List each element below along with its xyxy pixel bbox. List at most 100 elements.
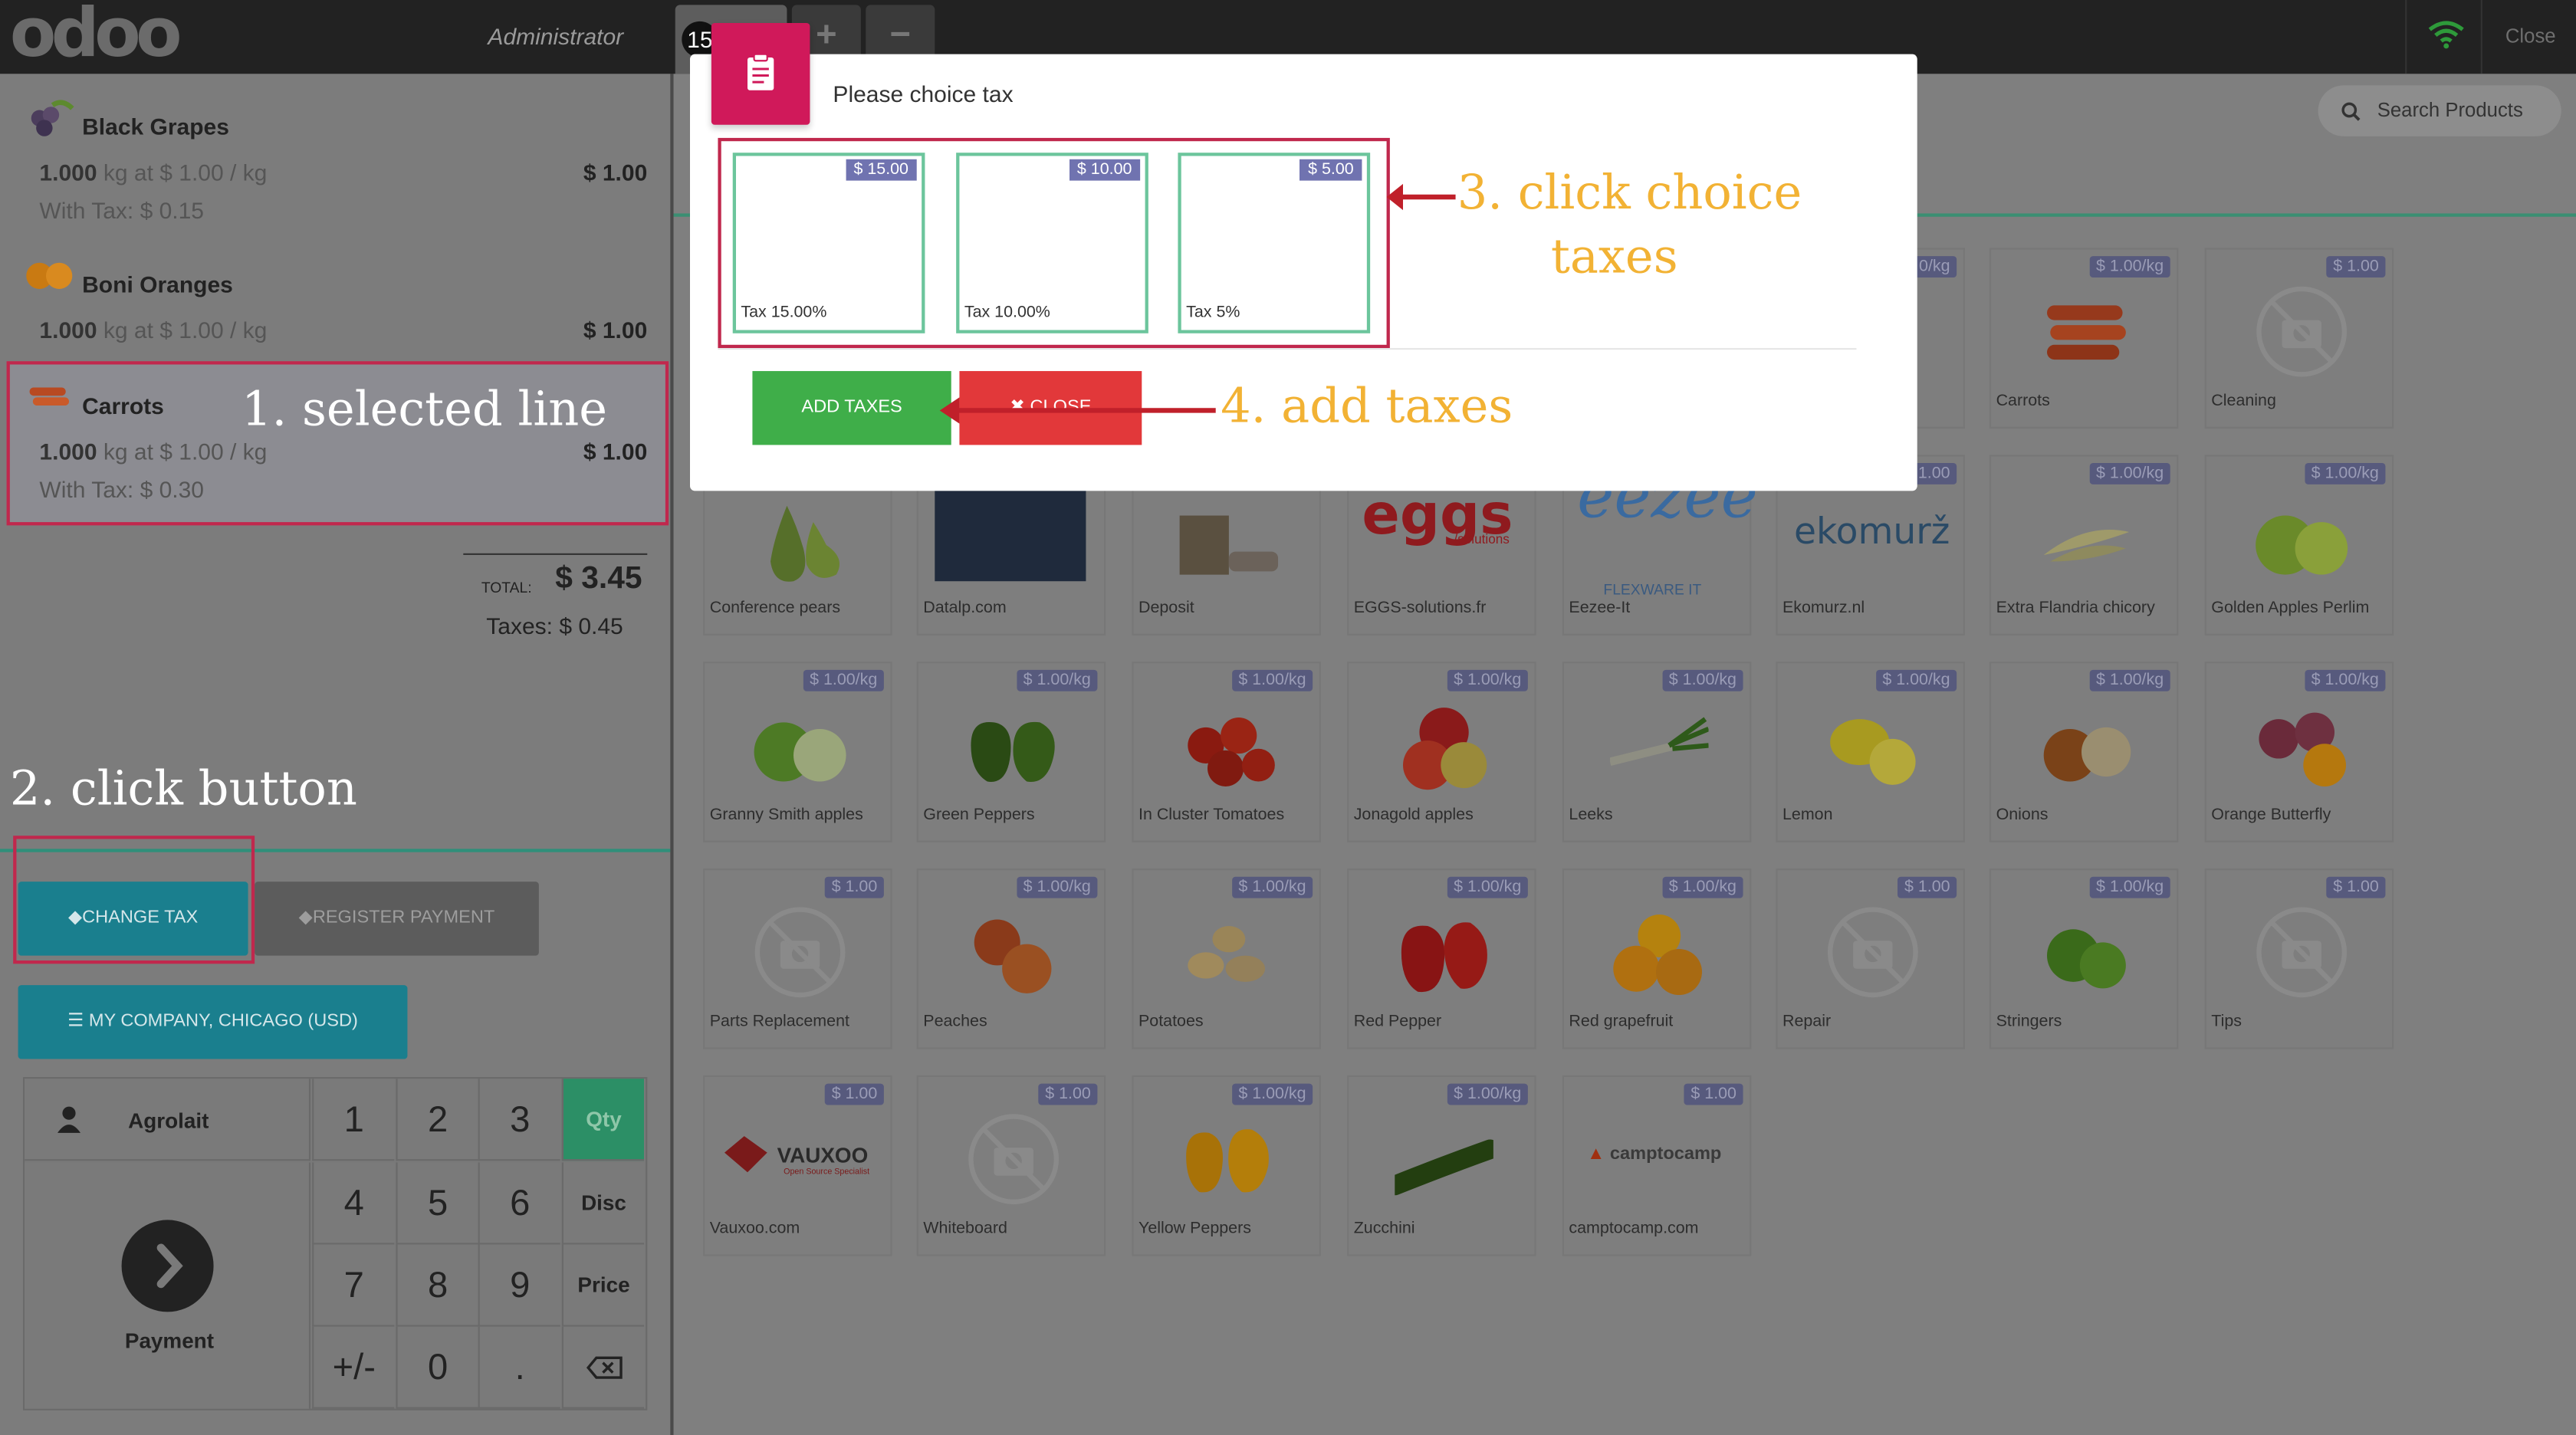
- product-name: Conference pears: [709, 599, 841, 618]
- payment-arrow-icon: [121, 1220, 214, 1312]
- user-name[interactable]: Administrator: [488, 23, 623, 49]
- orderline-tax: With Tax: $ 0.15: [39, 197, 205, 224]
- eggs-logo-sub: /solutions: [1454, 531, 1510, 547]
- product-price: $ 1.00/kg: [2089, 463, 2170, 484]
- qty-value: 1.000: [39, 438, 97, 465]
- product-name: Repair: [1783, 1013, 1832, 1032]
- product-tile[interactable]: $ 1.00 Whiteboard: [916, 1075, 1106, 1256]
- product-name: Jonagold apples: [1353, 806, 1474, 825]
- product-price: $ 1.00/kg: [803, 669, 884, 691]
- product-name: Parts Replacement: [709, 1013, 849, 1032]
- product-tile[interactable]: $ 1.00/kg Onions: [1990, 662, 2179, 842]
- product-price: $ 1.00/kg: [1662, 876, 1743, 898]
- eezee-logo-sub: FLEXWARE IT: [1603, 581, 1702, 598]
- product-name: Vauxoo.com: [709, 1220, 800, 1238]
- register-payment-button[interactable]: ◆REGISTER PAYMENT: [255, 882, 539, 956]
- product-tile[interactable]: $ 1.00 Repair: [1776, 869, 1965, 1049]
- product-tile[interactable]: $ 1.00/kg Potatoes: [1132, 869, 1321, 1049]
- product-price: $ 1.00/kg: [2305, 669, 2386, 691]
- backspace-button[interactable]: [561, 1326, 644, 1409]
- product-tile[interactable]: $ 1.00/kg Extra Flandria chicory: [1990, 455, 2179, 635]
- orderline-name[interactable]: Boni Oranges: [82, 271, 233, 297]
- product-price: $ 1.00: [1898, 876, 1957, 898]
- header-divider: [2405, 0, 2407, 74]
- mode-disc-button[interactable]: Disc: [561, 1162, 644, 1245]
- deposit-image: [1179, 515, 1279, 575]
- product-tile[interactable]: $ 1.00/kg Orange Butterfly: [2204, 662, 2394, 842]
- mode-price-button[interactable]: Price: [561, 1244, 644, 1327]
- numpad-key-6[interactable]: 6: [478, 1162, 560, 1245]
- product-name: Extra Flandria chicory: [1996, 599, 2155, 618]
- annotation-highlight-button: [13, 836, 255, 964]
- leek-image: [1610, 717, 1709, 767]
- product-price: $ 1.00/kg: [1447, 1083, 1528, 1105]
- numpad-key-1[interactable]: 1: [312, 1079, 395, 1161]
- product-price: $ 1.00: [2326, 256, 2386, 277]
- product-tile[interactable]: $ 1.00/kg Red grapefruit: [1562, 869, 1752, 1049]
- product-name: Red Pepper: [1353, 1013, 1442, 1032]
- product-tile[interactable]: $ 1.00/kg Stringers: [1990, 869, 2179, 1049]
- product-tile[interactable]: $ 1.00/kg In Cluster Tomatoes: [1132, 662, 1321, 842]
- product-price: $ 1.00/kg: [1017, 876, 1098, 898]
- product-name: Green Peppers: [923, 806, 1035, 825]
- carrots-icon: [29, 387, 69, 406]
- payment-label: Payment: [124, 1328, 215, 1353]
- numpad-key-5[interactable]: 5: [396, 1162, 478, 1245]
- numpad-key-0[interactable]: 0: [396, 1326, 478, 1409]
- product-tile[interactable]: $ 1.00/kg Carrots: [1990, 248, 2179, 429]
- product-tile[interactable]: $ 1.00/kg Golden Apples Perlim: [2204, 455, 2394, 635]
- product-tile[interactable]: $ 1.00/kg Green Peppers: [916, 662, 1106, 842]
- product-tile[interactable]: $ 1.00 ▲ camptocamp camptocamp.com: [1562, 1075, 1752, 1256]
- product-tile[interactable]: $ 1.00 Parts Replacement: [703, 869, 892, 1049]
- product-name: Deposit: [1138, 599, 1194, 618]
- company-button[interactable]: ☰ MY COMPANY, CHICAGO (USD): [18, 985, 408, 1059]
- product-name: Onions: [1996, 806, 2049, 825]
- product-tile[interactable]: $ 1.00/kg Peaches: [916, 869, 1106, 1049]
- product-name: Tips: [2211, 1013, 2242, 1032]
- product-name: Stringers: [1996, 1013, 2062, 1032]
- orange-image: [2259, 712, 2346, 786]
- pear-image: [770, 505, 840, 582]
- product-tile[interactable]: $ 1.00 Cleaning: [2204, 248, 2394, 429]
- numpad-key-3[interactable]: 3: [478, 1079, 560, 1161]
- product-tile[interactable]: $ 1.00 Tips: [2204, 869, 2394, 1049]
- product-price: $ 1.00/kg: [1447, 669, 1528, 691]
- no-image-icon: [2256, 286, 2348, 377]
- product-price: $ 1.00: [825, 1083, 884, 1105]
- product-tile[interactable]: $ 1.00/kg Zucchini: [1347, 1075, 1536, 1256]
- product-tile[interactable]: $ 1.00/kg Jonagold apples: [1347, 662, 1536, 842]
- orderline-name[interactable]: Black Grapes: [82, 113, 229, 140]
- annotation-step3-cont: taxes: [1550, 228, 1678, 284]
- company-label: MY COMPANY, CHICAGO (USD): [88, 1011, 358, 1032]
- product-tile[interactable]: $ 1.00/kg Lemon: [1776, 662, 1965, 842]
- product-tile[interactable]: $ 1.00/kg Red Pepper: [1347, 869, 1536, 1049]
- peach-image: [974, 919, 1052, 993]
- numpad-key-4[interactable]: 4: [312, 1162, 395, 1245]
- oranges-icon: [26, 262, 73, 289]
- product-tile[interactable]: $ 1.00 VAUXOO Open Source Specialist Vau…: [703, 1075, 892, 1256]
- carrots-image: [2047, 305, 2126, 360]
- product-tile[interactable]: $ 1.00/kg Granny Smith apples: [703, 662, 892, 842]
- mode-qty-button[interactable]: Qty: [561, 1079, 644, 1161]
- close-session-button[interactable]: Close: [2505, 25, 2556, 48]
- product-tile[interactable]: $ 1.00/kg Yellow Peppers: [1132, 1075, 1321, 1256]
- numpad-key-plusminus[interactable]: +/-: [312, 1326, 395, 1409]
- product-tile[interactable]: $ 1.00/kg Leeks: [1562, 662, 1752, 842]
- product-name: Peaches: [923, 1013, 987, 1032]
- product-price: $ 1.00/kg: [1017, 669, 1098, 691]
- wifi-icon[interactable]: [2428, 20, 2464, 50]
- grapefruit-image: [1613, 915, 1702, 995]
- dialog-divider: [718, 348, 1857, 350]
- numpad-key-dot[interactable]: .: [478, 1326, 560, 1409]
- add-taxes-button[interactable]: ADD TAXES: [752, 371, 951, 445]
- numpad-key-8[interactable]: 8: [396, 1244, 478, 1327]
- orderline-qty: 1.000 kg at $ 1.00 / kg: [39, 438, 267, 465]
- numpad-key-7[interactable]: 7: [312, 1244, 395, 1327]
- numpad-key-9[interactable]: 9: [478, 1244, 560, 1327]
- product-name: Leeks: [1569, 806, 1613, 825]
- vauxoo-logo: VAUXOO: [777, 1142, 869, 1167]
- search-input[interactable]: Search Products: [2377, 99, 2523, 122]
- apple-image: [754, 722, 846, 782]
- numpad-key-2[interactable]: 2: [396, 1079, 478, 1161]
- orderline-name[interactable]: Carrots: [82, 392, 164, 419]
